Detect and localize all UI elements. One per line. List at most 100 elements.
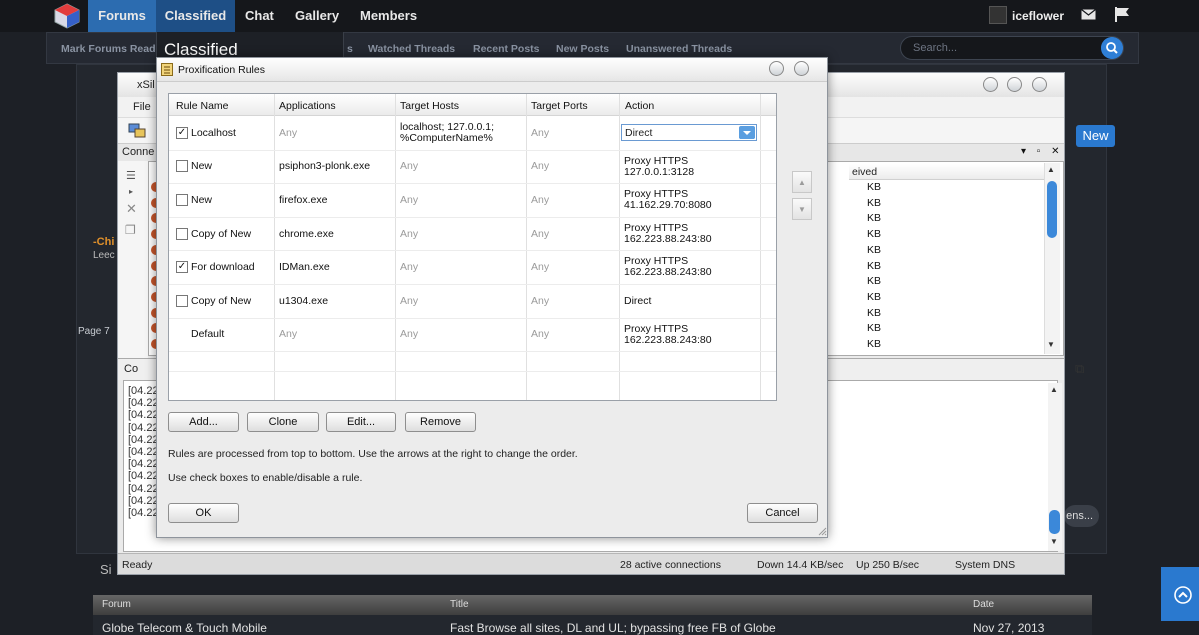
rule-application: psiphon3-plonk.exe [279,160,371,173]
col-rule-name[interactable]: Rule Name [176,100,229,112]
move-down-button[interactable]: ▼ [792,198,812,220]
subnav-partial[interactable]: s [347,43,353,55]
rules-table-header: Rule Name Applications Target Hosts Targ… [169,94,776,116]
subnav-watched-threads[interactable]: Watched Threads [368,43,455,55]
rule-enabled-checkbox[interactable] [176,160,188,173]
rule-application: chrome.exe [279,227,334,240]
received-kb: KB [867,275,882,288]
subnav-recent-posts[interactable]: Recent Posts [473,43,540,55]
remove-button[interactable]: Remove [405,412,476,432]
status-bar: Ready 28 active connections Down 14.4 KB… [118,553,1064,574]
scroll-up-arrow-icon[interactable]: ▲ [1047,165,1055,174]
rule-target-hosts: %ComputerName% [400,132,493,144]
action-select-value: Direct [625,127,653,139]
table-row[interactable] [169,284,776,318]
copy-icon[interactable]: ❐ [125,223,136,237]
edit-button[interactable]: Edit... [326,412,396,432]
log-line: [04.22 [128,433,159,446]
network-icon[interactable] [128,122,146,138]
ok-button[interactable]: OK [168,503,239,523]
rule-enabled-checkbox[interactable] [176,294,188,307]
list-view-icon[interactable]: ☰ [126,169,136,182]
log-line: [04.22 [128,507,159,519]
subnav-unanswered-threads[interactable]: Unanswered Threads [626,43,732,55]
dialog-help-button[interactable] [769,61,784,76]
col-action[interactable]: Action [625,100,654,112]
chevron-down-icon[interactable] [739,126,755,139]
thread-forum-link[interactable]: Globe Telecom & Touch Mobile [102,621,267,635]
rule-enabled-checkbox[interactable] [176,194,188,206]
dialog-close-button[interactable] [794,61,809,76]
rule-enabled-checkbox[interactable] [176,227,188,240]
thread-author-label[interactable]: -Chi [93,236,114,248]
close-button[interactable] [1032,77,1047,92]
received-column-header[interactable]: eived [849,164,1059,180]
rule-enabled-checkbox[interactable]: ✓ [176,126,188,139]
dialog-title-bar[interactable]: Proxification Rules [157,58,827,82]
thread-date: Nov 27, 2013 [973,621,1045,635]
log-line: [04.22 [128,409,159,422]
connections-tab[interactable]: Conne [122,146,154,158]
scroll-down-arrow-icon[interactable]: ▼ [1047,340,1055,349]
log-tab[interactable]: Co [124,363,138,375]
move-up-button[interactable]: ▲ [792,171,812,193]
status-up-rate: Up 250 B/sec [856,559,920,571]
rule-application: Any [279,126,298,139]
status-connections: 28 active connections [620,559,721,571]
forum-search-input[interactable]: Search... [900,36,1124,60]
close-connection-icon[interactable]: ✕ [126,201,137,217]
rule-action: Direct [624,294,652,307]
nav-gallery[interactable]: Gallery [295,0,339,32]
nav-forums[interactable]: Forums [88,0,156,32]
log-options-icon[interactable]: ⧉ [1075,361,1084,377]
nav-chat[interactable]: Chat [245,0,274,32]
rule-action: 41.162.29.70:8080 [624,199,712,212]
new-thread-button[interactable]: New [1076,125,1115,147]
maximize-button[interactable] [1007,77,1022,92]
thread-title-link[interactable]: Fast Browse all sites, DL and UL; bypass… [450,621,776,635]
similar-threads-heading: Si [100,562,112,577]
expand-arrow-icon[interactable]: ▸ [129,187,133,196]
log-scroll-down-icon[interactable]: ▼ [1050,537,1058,546]
threads-table-header: Forum Title Date [93,595,1092,615]
log-scroll-thumb[interactable] [1049,510,1060,534]
clone-button[interactable]: Clone [247,412,319,432]
rule-action: 162.223.88.243:80 [624,333,712,346]
menu-file[interactable]: File [133,101,151,113]
add-button[interactable]: Add... [168,412,239,432]
log-line: [04.22 [128,446,159,458]
received-kb: KB [867,259,882,272]
rule-action: 127.0.0.1:3128 [624,165,695,178]
log-scroll-up-icon[interactable]: ▲ [1050,385,1058,394]
user-avatar[interactable] [989,6,1007,24]
connections-scroll-thumb[interactable] [1047,181,1057,238]
site-logo-icon[interactable] [54,3,80,29]
subnav-new-posts[interactable]: New Posts [556,43,609,55]
rule-target-hosts: Any [400,328,419,341]
table-row: Globe Telecom & Touch Mobile Fast Browse… [93,615,1092,635]
action-select[interactable]: Direct [621,124,757,141]
rule-target-ports: Any [531,294,550,307]
minimize-button[interactable] [983,77,998,92]
received-kb: KB [867,306,882,319]
proxification-rules-dialog: Proxification Rules Rule Name Applicatio… [156,57,828,538]
search-icon[interactable] [1101,37,1123,59]
nav-members[interactable]: Members [360,0,417,32]
flag-icon[interactable] [1115,7,1129,22]
resize-grip-icon[interactable] [817,526,827,536]
options-button[interactable]: ens... [1064,505,1099,527]
cancel-button[interactable]: Cancel [747,503,818,523]
rule-action: 162.223.88.243:80 [624,266,712,279]
col-target-hosts[interactable]: Target Hosts [400,100,459,112]
mail-icon[interactable] [1081,9,1096,20]
rule-enabled-checkbox[interactable]: ✓ [176,261,188,274]
status-ready: Ready [122,559,153,571]
nav-classified[interactable]: Classified [156,0,235,32]
pane-controls-icon[interactable]: ▾ ▫ ✕ [1021,146,1064,157]
col-applications[interactable]: Applications [279,100,336,112]
user-name[interactable]: iceflower [1012,0,1064,32]
subnav-mark-forums-read[interactable]: Mark Forums Read [61,43,156,55]
col-target-ports[interactable]: Target Ports [531,100,588,112]
log-line: [04.22 [128,470,159,483]
received-kb: KB [867,196,882,209]
